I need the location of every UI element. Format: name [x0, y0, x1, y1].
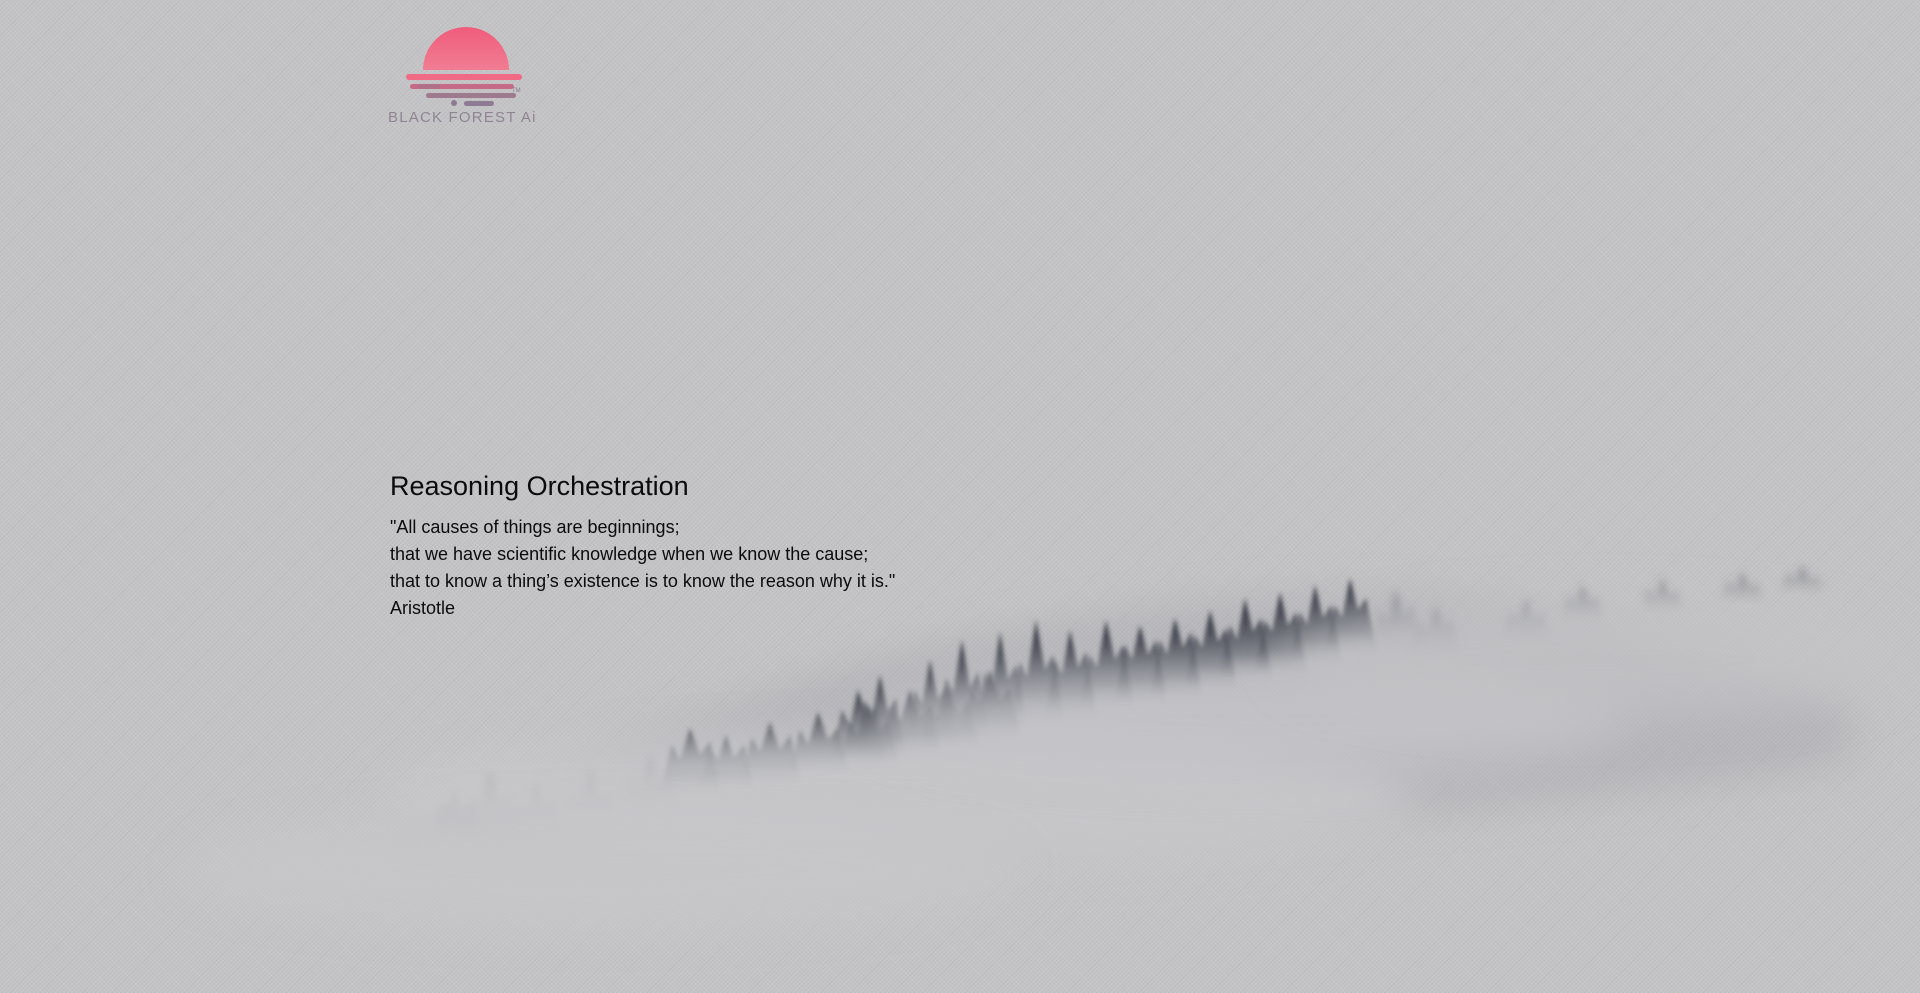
quote-line-1: "All causes of things are beginnings; — [390, 517, 680, 537]
quote-line-2: that we have scientific knowledge when w… — [390, 544, 869, 564]
page-title: Reasoning Orchestration — [390, 471, 689, 501]
svg-text:TM: TM — [512, 88, 521, 94]
brand-logo[interactable]: TM BLACK FOREST Ai — [388, 22, 544, 132]
quote-attribution: Aristotle — [390, 598, 456, 618]
brand-name: BLACK FOREST Ai — [388, 109, 537, 126]
hero-section: Reasoning Orchestration "All causes of t… — [390, 468, 1010, 622]
sunset-logo-icon: TM — [406, 27, 522, 106]
quote-line-3: that to know a thing’s existence is to k… — [390, 571, 896, 591]
